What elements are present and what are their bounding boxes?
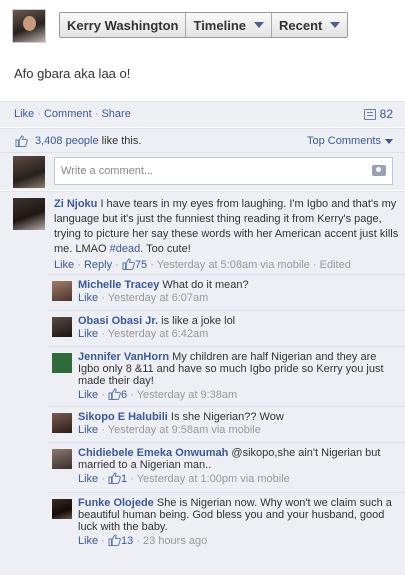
recent-label: Recent [279,17,323,33]
post-action-bar: Like · Comment · Share 82 [0,101,405,127]
reply-item: Sikopo E Halubili Is she Nigerian?? Wow … [48,406,405,442]
comment-meta: Like · Yesterday at 6:42am [78,328,209,340]
timeline-dropdown[interactable]: Timeline [186,13,272,37]
comment-icon [363,108,376,120]
chevron-down-icon [254,22,264,28]
edited-label[interactable]: Edited [320,259,351,271]
like-comment-link[interactable]: Like [78,389,98,401]
top-comments-dropdown[interactable]: Top Comments [307,135,393,147]
comment-meta: Like · Yesterday at 9:58am via mobile [78,424,261,436]
avatar[interactable] [52,413,72,433]
comment-text: is like a joke lol [158,315,236,327]
recent-dropdown[interactable]: Recent [272,13,347,37]
comment-likes[interactable]: 1 [108,473,127,485]
comment-meta: Like · Reply · 75 · Yesterday at 5:08am … [54,259,351,271]
comment-likes-value: 13 [120,535,134,547]
avatar[interactable] [52,281,72,301]
comment-timestamp[interactable]: Yesterday at 9:58am via mobile [108,424,261,436]
comment-text: Is she Nigerian?? Wow [167,411,284,423]
post-text: Afo gbara aka laa o! [14,66,131,81]
likes-suffix: like this. [98,135,142,147]
comment-likes[interactable]: 13 [108,535,133,547]
avatar[interactable] [13,198,45,230]
like-comment-link[interactable]: Like [78,328,98,340]
comment-timestamp[interactable]: Yesterday at 6:42am [108,328,209,340]
top-comments-label: Top Comments [307,135,381,147]
commenter-name[interactable]: Sikopo E Halubili [78,411,168,423]
comments-list: Zi Njoku I have tears in my eyes from la… [0,191,405,575]
comment-post-link[interactable]: Comment [44,108,92,120]
avatar[interactable] [52,449,72,469]
comment-meta: Like · 6 · Yesterday at 9:38am [78,389,238,401]
like-comment-link[interactable]: Like [78,473,98,485]
comment-input[interactable]: Write a comment... [54,157,393,185]
comment-meta: Like · 13 · 23 hours ago [78,535,208,547]
commenter-name[interactable]: Funke Olojede [78,497,154,509]
comment-likes[interactable]: 75 [122,259,147,271]
separator: · [94,108,99,120]
comment-timestamp[interactable]: Yesterday at 9:38am [137,389,238,401]
camera-icon[interactable] [372,165,386,176]
page-name-label: Kerry Washington [67,17,179,33]
comment-likes[interactable]: 6 [108,389,127,401]
header-button-group: Kerry Washington Timeline Recent [59,12,349,38]
comment-text: What do it mean? [159,279,249,291]
reply-item: Obasi Obasi Jr. is like a joke lol Like … [48,310,405,346]
comment-likes-value: 1 [120,473,128,485]
thumbs-up-icon [108,472,121,484]
commenter-name[interactable]: Zi Njoku [54,198,97,210]
comment-input-placeholder: Write a comment... [61,165,154,177]
replies-list: Michelle Tracey What do it mean? Like · … [48,274,405,575]
reply-link[interactable]: Reply [84,259,112,271]
like-post-link[interactable]: Like [14,108,34,120]
likes-bar: 3,408 people like this. Top Comments [0,128,405,152]
like-comment-link[interactable]: Like [78,424,98,436]
comment-timestamp[interactable]: Yesterday at 5:08am via mobile [157,259,310,271]
comment-text: I have tears in my eyes from laughing. I… [54,198,399,255]
like-comment-link[interactable]: Like [54,259,74,271]
hashtag-link[interactable]: #dead [110,243,141,255]
thumbs-up-icon [108,388,121,400]
commenter-name[interactable]: Jennifer VanHorn [78,351,169,363]
timeline-label: Timeline [193,17,246,33]
avatar[interactable] [52,499,72,519]
comment-likes-value: 6 [120,389,128,401]
thumbs-up-icon [122,258,135,270]
comment-count[interactable]: 82 [363,107,393,121]
thumbs-up-icon [108,534,121,546]
comment-count-value: 82 [379,107,393,121]
thumbs-up-icon [15,135,28,147]
commenter-name[interactable]: Chidiebele Emeka Onwumah [78,447,228,459]
comment-timestamp[interactable]: Yesterday at 6:07am [108,292,209,304]
avatar[interactable] [52,353,72,373]
comment-timestamp[interactable]: 23 hours ago [143,535,207,547]
comment-meta: Like · 1 · Yesterday at 1:00pm via mobil… [78,473,290,485]
page-avatar[interactable] [12,9,46,43]
write-comment-row: Write a comment... [0,152,405,190]
separator: · [37,108,41,120]
commenter-name[interactable]: Obasi Obasi Jr. [78,315,158,327]
share-post-link[interactable]: Share [101,108,130,120]
like-comment-link[interactable]: Like [78,535,98,547]
comment-likes-value: 75 [134,259,148,271]
reply-item: Funke Olojede She is Nigerian now. Why w… [48,492,405,575]
reply-item: Chidiebele Emeka Onwumah @sikopo,she ain… [48,442,405,492]
likes-summary: 3,408 people like this. [35,135,141,147]
likes-people-link[interactable]: 3,408 people [35,135,99,147]
comment-timestamp[interactable]: Yesterday at 1:00pm via mobile [137,473,290,485]
chevron-down-icon [385,139,393,144]
avatar[interactable] [52,317,72,337]
comment-item: Zi Njoku I have tears in my eyes from la… [0,191,405,274]
reply-item: Jennifer VanHorn My children are half Ni… [48,346,405,406]
commenter-name[interactable]: Michelle Tracey [78,279,159,291]
chevron-down-icon [330,22,341,28]
page-header: Kerry Washington Timeline Recent [0,0,405,48]
avatar [13,156,45,188]
page-name-button[interactable]: Kerry Washington [60,13,187,37]
reply-item: Michelle Tracey What do it mean? Like · … [48,274,405,310]
comment-text-end: . Too cute! [140,243,191,255]
like-comment-link[interactable]: Like [78,292,98,304]
comment-meta: Like · Yesterday at 6:07am [78,292,209,304]
